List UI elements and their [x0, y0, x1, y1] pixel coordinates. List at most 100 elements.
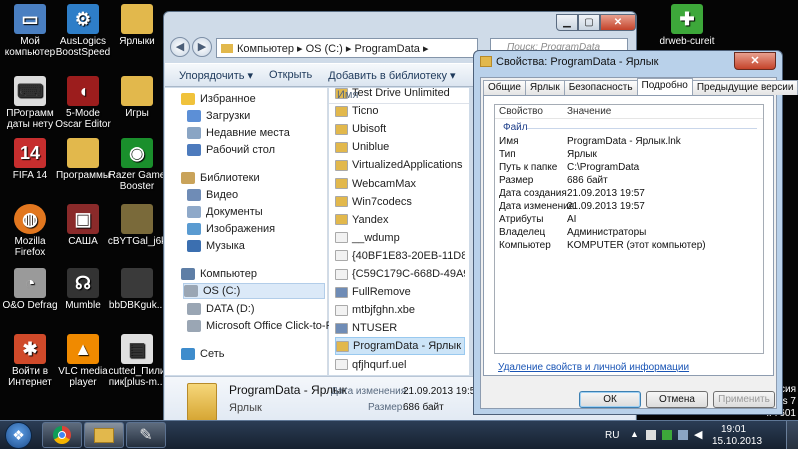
remove-properties-link[interactable]: Удаление свойств и личной информации	[498, 362, 689, 373]
clock-time[interactable]: 19:01	[721, 424, 746, 435]
property-list[interactable]: Свойство Значение Файл Имя ProgramData - …	[494, 104, 764, 354]
taskbar-paint[interactable]: ✎	[126, 422, 166, 448]
network-tray-icon[interactable]	[678, 430, 688, 440]
taskbar-chrome[interactable]	[42, 422, 82, 448]
column-property[interactable]: Свойство	[499, 106, 543, 117]
desktop-icon-firefox[interactable]: ◍ Mozilla Firefox	[0, 204, 60, 258]
file-item[interactable]: qfjhqurf.uel	[335, 356, 465, 374]
nav-documents[interactable]: Документы	[187, 204, 263, 220]
language-indicator[interactable]: RU	[605, 430, 619, 441]
folder-item[interactable]: WebcamMax	[335, 175, 465, 193]
mouse-icon: ◖	[67, 76, 99, 106]
nav-libraries[interactable]: Библиотеки	[181, 170, 260, 186]
tray-app-icon[interactable]	[662, 430, 672, 440]
volume-icon[interactable]: ◀	[694, 428, 702, 441]
property-row[interactable]: Тип Ярлык	[495, 149, 763, 162]
tray-flag-icon[interactable]	[646, 430, 656, 440]
desktop-icon-games-folder[interactable]: Игры	[107, 76, 167, 119]
property-row[interactable]: Компьютер KOMPUTER (этот компьютер)	[495, 240, 763, 253]
file-item[interactable]: {C59C179C-668D-49A9-B6EA-	[335, 265, 465, 283]
folder-icon	[335, 123, 348, 135]
property-row[interactable]: Дата создания 21.09.2013 19:57	[495, 188, 763, 201]
desktop-icon-my-computer[interactable]: ▭ Мой компьютер	[0, 4, 60, 58]
address-bar[interactable]: Компьютер ▸ OS (C:) ▸ ProgramData ▸	[216, 38, 478, 58]
desktop-icon-programs-no-date[interactable]: ⌨ ПРограмм даты нету	[0, 76, 60, 130]
tab-shortcut[interactable]: Ярлык	[524, 80, 565, 95]
file-item[interactable]: __wdump	[335, 229, 465, 247]
close-button[interactable]: ✕	[600, 14, 636, 31]
folder-item[interactable]: Win7codecs	[335, 193, 465, 211]
property-row[interactable]: Путь к папке C:\ProgramData	[495, 162, 763, 175]
open-button[interactable]: Открыть	[269, 69, 312, 81]
tab-previous-versions[interactable]: Предыдущие версии	[691, 80, 798, 95]
tab-details[interactable]: Подробно	[636, 78, 693, 95]
nav-downloads[interactable]: Загрузки	[187, 108, 250, 124]
show-desktop-button[interactable]	[786, 421, 798, 449]
file-item[interactable]: tic.lic	[335, 374, 465, 375]
desktop-icon-oscar-editor[interactable]: ◖ 5-Mode Oscar Editor	[53, 76, 113, 130]
file-name: {40BF1E83-20EB-11D8-97C5-0	[352, 249, 465, 262]
desktop-icon-drweb[interactable]: ✚ drweb-cureit	[656, 4, 718, 47]
desktop-icon-fifa[interactable]: 14 FIFA 14	[0, 138, 60, 181]
desktop-icon-sasha[interactable]: ▣ САША	[53, 204, 113, 247]
taskbar-explorer[interactable]	[84, 422, 124, 448]
start-button[interactable]: ❖	[5, 422, 32, 449]
maximize-button[interactable]: ▢	[578, 14, 600, 31]
desktop-icon-defrag[interactable]: ◔ O&O Defrag	[0, 268, 60, 311]
folder-item[interactable]: Ticno	[335, 102, 465, 120]
property-row[interactable]: Дата изменения 21.09.2013 19:57	[495, 201, 763, 214]
property-key: Размер	[499, 175, 534, 186]
cancel-button[interactable]: Отмена	[646, 391, 708, 408]
nav-drive-d[interactable]: DATA (D:)	[187, 301, 254, 317]
details-size-label: Размер:	[368, 402, 406, 413]
add-to-library-button[interactable]: Добавить в библиотеку ▾	[328, 69, 455, 82]
folder-item[interactable]: Uniblue	[335, 138, 465, 156]
desktop-icon-programs-folder[interactable]: Программы	[53, 138, 113, 181]
desktop-icon-vlc[interactable]: ▲ VLC media player	[53, 334, 113, 388]
desktop-icon-internet[interactable]: ✱ Войти в Интернет	[0, 334, 60, 388]
nav-computer[interactable]: Компьютер	[181, 266, 257, 282]
details-tab-panel: Свойство Значение Файл Имя ProgramData - …	[483, 95, 774, 376]
folder-item[interactable]: Yandex	[335, 211, 465, 229]
tab-general[interactable]: Общие	[483, 80, 526, 95]
organize-button[interactable]: Упорядочить ▾	[179, 69, 253, 82]
nav-video[interactable]: Видео	[187, 187, 238, 203]
forward-button[interactable]: ▶	[192, 37, 212, 57]
desktop-icon-image-2[interactable]: bbDBKguk...	[107, 268, 167, 311]
desktop-icon-mumble[interactable]: ☊ Mumble	[53, 268, 113, 311]
nav-desktop[interactable]: Рабочий стол	[187, 142, 275, 158]
apply-button[interactable]: Применить	[713, 391, 775, 408]
clock-date[interactable]: 15.10.2013	[712, 436, 762, 447]
column-header-name[interactable]: Имя	[329, 88, 469, 104]
property-row[interactable]: Размер 686 байт	[495, 175, 763, 188]
desktop-icon-cutted-file[interactable]: ▤ cutted_Пили пик[plus-m...	[107, 334, 167, 388]
file-item[interactable]: NTUSER	[335, 319, 465, 337]
nav-recent[interactable]: Недавние места	[187, 125, 290, 141]
back-button[interactable]: ◀	[170, 37, 190, 57]
minimize-button[interactable]: ▁	[556, 14, 578, 31]
desktop-icon-shortcuts-folder[interactable]: Ярлыки	[107, 4, 167, 47]
property-row[interactable]: Имя ProgramData - Ярлык.lnk	[495, 136, 763, 149]
property-row[interactable]: Владелец Администраторы	[495, 227, 763, 240]
property-row[interactable]: Атрибуты AI	[495, 214, 763, 227]
nav-favorites[interactable]: Избранное	[181, 91, 256, 107]
tab-security[interactable]: Безопасность	[563, 80, 638, 95]
file-item[interactable]: FullRemove	[335, 283, 465, 301]
nav-images[interactable]: Изображения	[187, 221, 275, 237]
desktop-icon-image-1[interactable]: cBYTGal_j6k	[107, 204, 167, 247]
column-value[interactable]: Значение	[567, 106, 611, 117]
desktop-icon-boostspeed[interactable]: ⚙ AusLogics BoostSpeed	[53, 4, 113, 58]
file-item[interactable]: {40BF1E83-20EB-11D8-97C5-0	[335, 247, 465, 265]
file-item[interactable]: ProgramData - Ярлык	[335, 337, 465, 356]
shortcut-icon	[336, 340, 349, 352]
dialog-close-button[interactable]: ✕	[734, 52, 776, 70]
nav-music[interactable]: Музыка	[187, 238, 245, 254]
folder-item[interactable]: VirtualizedApplications	[335, 156, 465, 174]
file-item[interactable]: mtbjfghn.xbe	[335, 301, 465, 319]
desktop-icon-razer[interactable]: ◉ Razer Game Booster	[107, 138, 167, 192]
tray-arrow-icon[interactable]: ▲	[630, 429, 639, 439]
nav-network[interactable]: Сеть	[181, 346, 224, 362]
folder-item[interactable]: Ubisoft	[335, 120, 465, 138]
ok-button[interactable]: ОК	[579, 391, 641, 408]
nav-drive-c[interactable]: OS (C:)	[183, 283, 325, 299]
